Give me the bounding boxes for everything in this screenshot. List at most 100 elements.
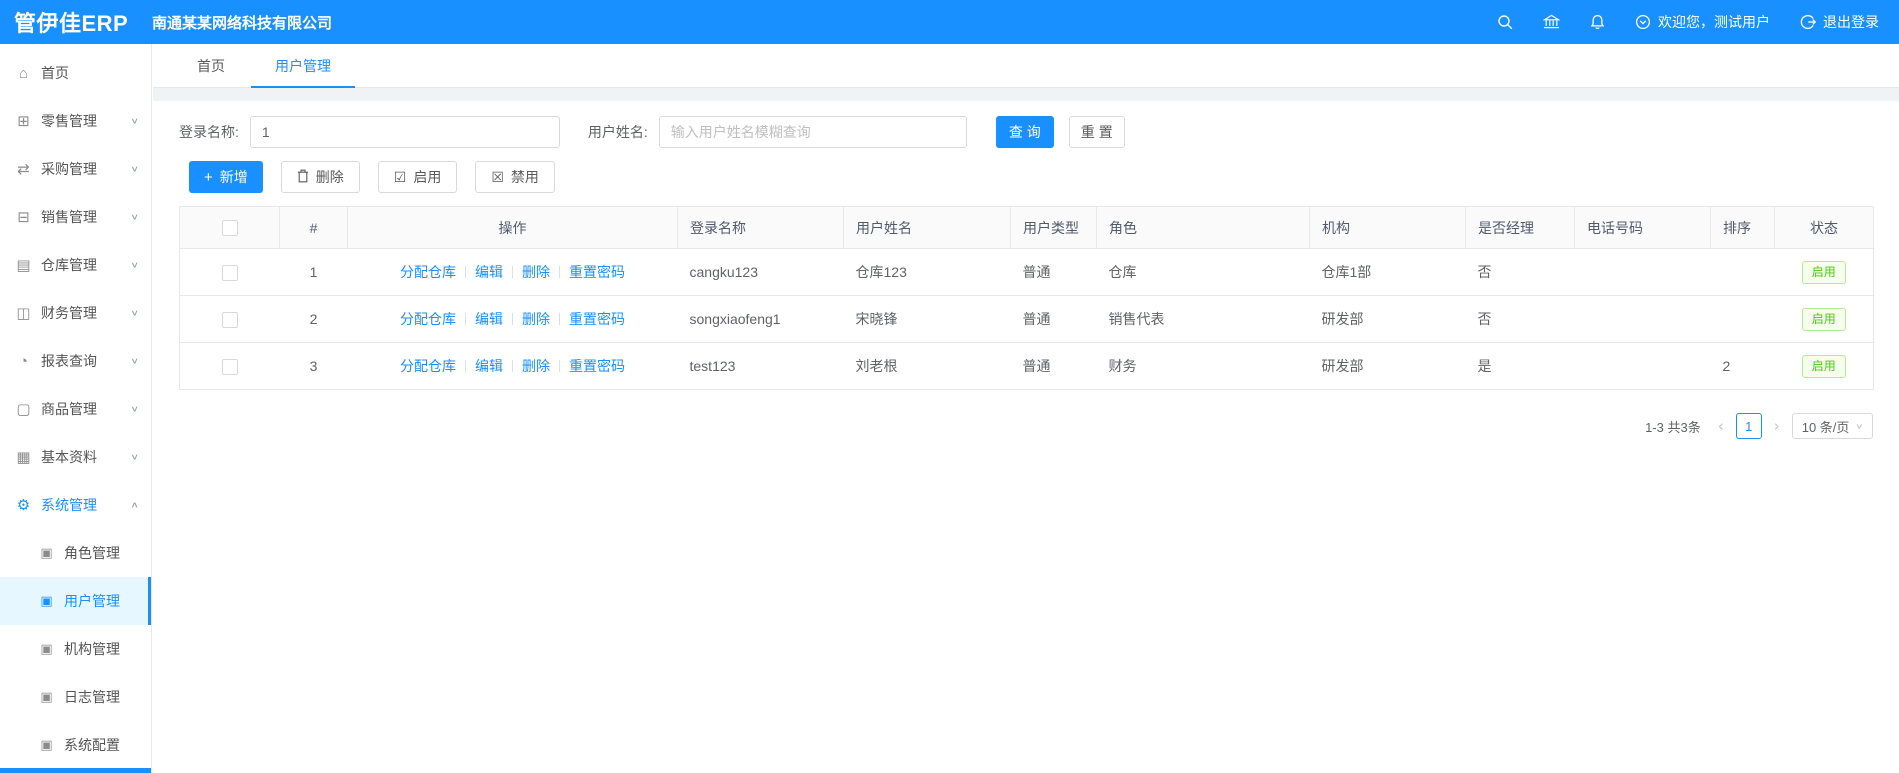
table-row: 1 分配仓库 编辑 删除 重置密码 cangku123 仓库123 普通 仓库 仓库1…	[179, 248, 1874, 296]
chevron-down-icon: ∨	[129, 404, 139, 414]
page-number-button[interactable]: 1	[1735, 413, 1762, 439]
plus-icon: +	[204, 168, 213, 186]
reset-password-link[interactable]: 重置密码	[569, 264, 625, 280]
submenu-icon: ▣	[40, 593, 53, 608]
next-page-icon[interactable]: ›	[1772, 417, 1782, 435]
column-header-phone: 电话号码	[1574, 206, 1711, 249]
add-button[interactable]: + 新增	[189, 161, 263, 193]
divider	[512, 360, 513, 372]
sidebar-item-label: 系统管理	[41, 497, 97, 513]
edit-link[interactable]: 编辑	[475, 264, 503, 280]
sidebar-item-system[interactable]: ⚙ 系统管理 ∧	[0, 481, 151, 529]
app-logo: 管伊佳ERP	[14, 11, 129, 36]
sidebar-item-label: 基本资料	[41, 449, 97, 465]
enable-label: 启用	[413, 169, 442, 185]
assign-warehouse-link[interactable]: 分配仓库	[400, 311, 456, 327]
sidebar-item-system-config[interactable]: ▣ 系统配置	[0, 721, 151, 769]
sidebar-item-org-mgmt[interactable]: ▣ 机构管理	[0, 625, 151, 673]
select-all-checkbox[interactable]	[221, 220, 238, 237]
sidebar-item-finance[interactable]: ◫ 财务管理 ∨	[0, 289, 151, 337]
reset-password-link[interactable]: 重置密码	[569, 311, 625, 327]
warehouse-icon: ▤	[16, 257, 31, 274]
delete-button[interactable]: 删除	[280, 161, 360, 193]
tab-home[interactable]: 首页	[189, 44, 233, 87]
tab-label: 首页	[197, 57, 225, 74]
chevron-down-icon: ∨	[129, 212, 139, 222]
login-name-label: 登录名称:	[179, 124, 239, 140]
divider	[512, 313, 513, 325]
sidebar-item-label: 报表查询	[41, 353, 97, 369]
delete-link[interactable]: 删除	[522, 358, 550, 374]
sidebar-item-purchase[interactable]: ⇄ 采购管理 ∨	[0, 145, 151, 193]
page-size-select[interactable]: 10 条/页 ∨	[1791, 413, 1873, 439]
sidebar-item-label: 零售管理	[41, 113, 97, 129]
row-checkbox[interactable]	[221, 311, 238, 328]
row-checkbox[interactable]	[221, 358, 238, 375]
reset-password-link[interactable]: 重置密码	[569, 358, 625, 374]
sidebar-item-label: 采购管理	[41, 161, 97, 177]
sidebar-item-warehouse[interactable]: ▤ 仓库管理 ∨	[0, 241, 151, 289]
assign-warehouse-link[interactable]: 分配仓库	[400, 358, 456, 374]
users-table: # 操作 登录名称 用户姓名 用户类型 角色 机构 是否经理 电话号码 排序 状…	[179, 206, 1874, 390]
org-cell: 研发部	[1309, 295, 1466, 343]
row-checkbox[interactable]	[221, 264, 238, 281]
chevron-down-icon: ∨	[129, 452, 139, 462]
delete-link[interactable]: 删除	[522, 264, 550, 280]
column-header-sort: 排序	[1710, 206, 1775, 249]
sidebar-item-sales[interactable]: ⊟ 销售管理 ∨	[0, 193, 151, 241]
enable-button[interactable]: ☑ 启用	[377, 161, 458, 193]
prev-page-icon[interactable]: ‹	[1716, 417, 1726, 435]
status-badge: 启用	[1801, 260, 1846, 284]
reset-button[interactable]: 重置	[1068, 116, 1125, 148]
user-welcome[interactable]: 欢迎您，测试用户	[1635, 12, 1770, 32]
chevron-up-icon: ∧	[129, 500, 139, 510]
logout-button[interactable]: 退出登录	[1800, 12, 1879, 32]
sidebar-item-home[interactable]: ⌂ 首页	[0, 49, 151, 97]
tab-label: 用户管理	[275, 57, 331, 74]
column-header-actions: 操作	[347, 206, 678, 249]
role-cell: 仓库	[1096, 248, 1310, 296]
edit-link[interactable]: 编辑	[475, 358, 503, 374]
user-name-label: 用户姓名:	[587, 124, 648, 140]
bell-icon[interactable]	[1590, 14, 1605, 30]
user-name-input[interactable]	[658, 116, 967, 148]
delete-link[interactable]: 删除	[522, 311, 550, 327]
sidebar-item-label: 财务管理	[41, 305, 97, 321]
column-header-role: 角色	[1096, 206, 1310, 249]
user-name-cell: 仓库123	[843, 248, 1011, 296]
divider	[512, 266, 513, 278]
home-icon: ⌂	[18, 64, 29, 82]
pie-chart-icon: ◔	[18, 352, 29, 370]
disable-button[interactable]: ☒ 禁用	[475, 161, 555, 193]
filter-form: 登录名称: 用户姓名: 查 询 重置	[179, 116, 1899, 148]
table-row: 3 分配仓库 编辑 删除 重置密码 test123 刘老根 普通 财务 研发部 是 2…	[179, 342, 1874, 390]
disable-label: 禁用	[510, 169, 539, 185]
finance-icon: ◫	[16, 305, 31, 322]
retail-icon: ⊞	[17, 113, 30, 130]
top-header-bar: 管伊佳ERP 南通某某网络科技有限公司 欢迎您，测试用户 退出登录	[0, 0, 1899, 44]
sidebar-nav: ⌂ 首页 ⊞ 零售管理 ∨ ⇄ 采购管理 ∨ ⊟ 销售管理 ∨ ▤ 仓库管理 ∨…	[0, 44, 152, 773]
tab-user-management[interactable]: 用户管理	[251, 44, 355, 88]
search-button[interactable]: 查 询	[995, 116, 1054, 148]
chevron-down-icon: ∨	[129, 356, 139, 366]
user-name-cell: 刘老根	[843, 342, 1011, 390]
company-name: 南通某某网络科技有限公司	[152, 14, 333, 32]
edit-link[interactable]: 编辑	[475, 311, 503, 327]
submenu-icon: ▣	[40, 545, 53, 560]
sidebar-item-basic-data[interactable]: ▦ 基本资料 ∨	[0, 433, 151, 481]
search-icon[interactable]	[1497, 14, 1513, 30]
login-name-input[interactable]	[249, 116, 560, 148]
assign-warehouse-link[interactable]: 分配仓库	[400, 264, 456, 280]
sidebar-item-user-mgmt[interactable]: ▣ 用户管理	[0, 577, 151, 625]
sidebar-item-log-mgmt[interactable]: ▣ 日志管理	[0, 673, 151, 721]
sidebar-item-label: 销售管理	[41, 209, 97, 225]
sidebar-item-label: 角色管理	[64, 545, 120, 561]
bank-icon[interactable]	[1543, 14, 1560, 30]
divider	[559, 313, 560, 325]
sidebar-item-retail[interactable]: ⊞ 零售管理 ∨	[0, 97, 151, 145]
sidebar-item-products[interactable]: ▢ 商品管理 ∨	[0, 385, 151, 433]
sidebar-item-label: 系统配置	[64, 737, 120, 753]
sidebar-item-role-mgmt[interactable]: ▣ 角色管理	[0, 529, 151, 577]
chevron-down-icon: ∨	[1855, 421, 1864, 430]
sidebar-item-reports[interactable]: ◔ 报表查询 ∨	[0, 337, 151, 385]
